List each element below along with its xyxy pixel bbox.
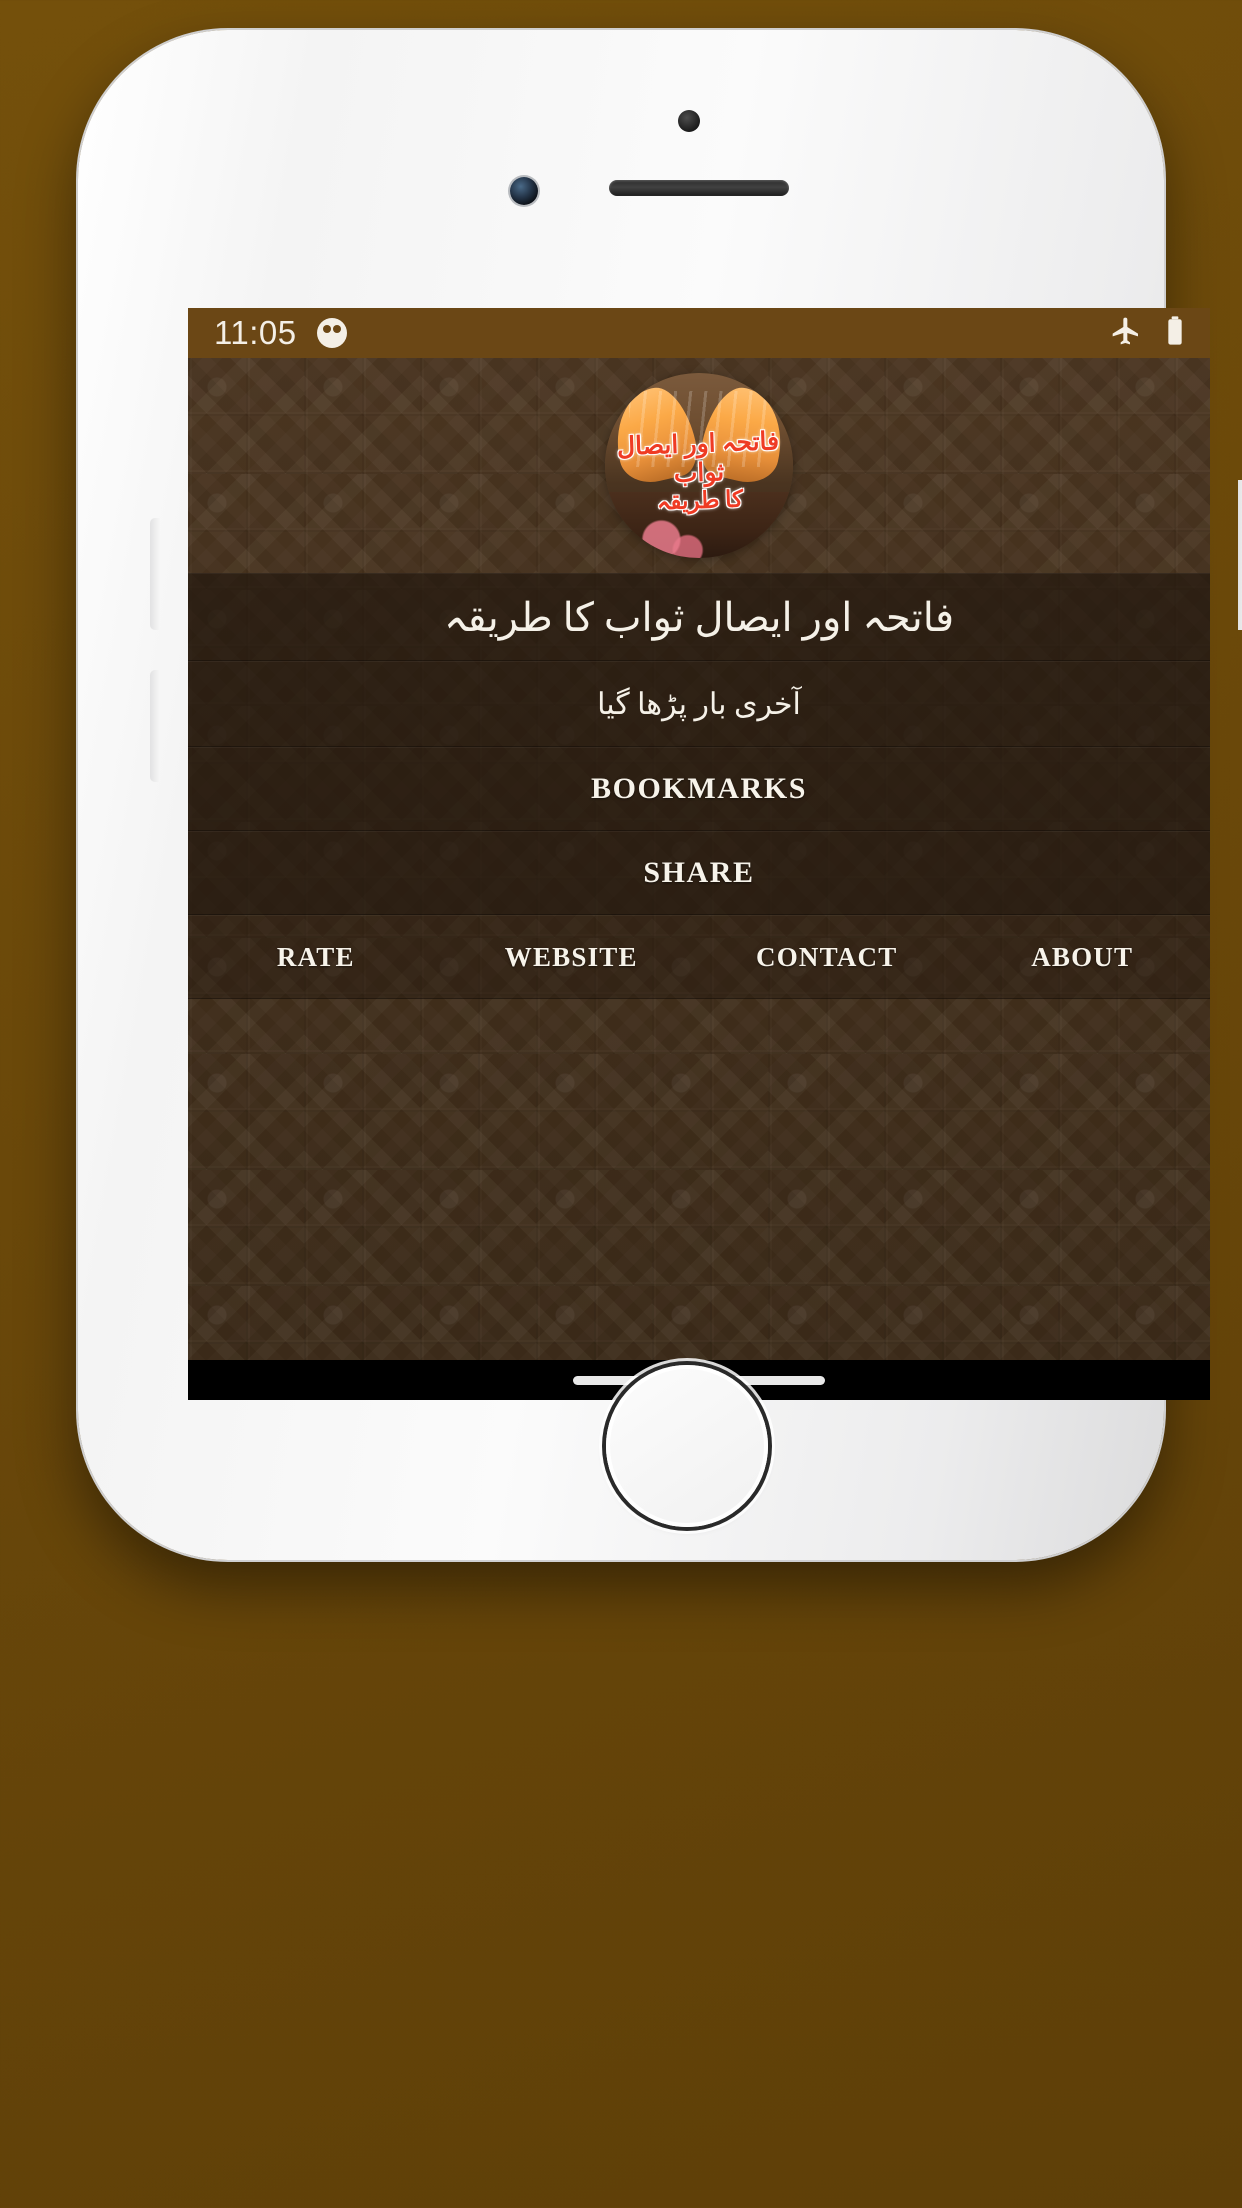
- quick-action-website[interactable]: WEBSITE: [444, 916, 700, 998]
- battery-full-icon: [1162, 315, 1188, 352]
- proximity-sensor: [678, 110, 700, 132]
- about-label: ABOUT: [1031, 941, 1134, 972]
- status-bar-icons: [1110, 315, 1188, 352]
- app-content: فاتحہ اور ایصال ثواب کا طریقہ فاتحہ اور …: [188, 358, 1210, 1360]
- share-label: SHARE: [643, 856, 755, 889]
- rate-label: RATE: [276, 941, 355, 972]
- praying-hands-logo: فاتحہ اور ایصال ثواب کا طریقہ: [605, 373, 793, 558]
- quick-action-about[interactable]: ABOUT: [955, 916, 1211, 998]
- status-bar: 11:05: [188, 308, 1210, 358]
- earpiece-speaker: [609, 180, 789, 196]
- volume-up-button[interactable]: [150, 518, 160, 630]
- page-title-label: فاتحہ اور ایصال ثواب کا طریقہ: [443, 594, 955, 640]
- phone-device: 11:05 فاتحہ اور ایصال ثواب کا طریقہ فاتح…: [78, 30, 1242, 1560]
- volume-down-button[interactable]: [150, 670, 160, 782]
- quick-action-rate[interactable]: RATE: [188, 916, 444, 998]
- menu-item-bookmarks[interactable]: BOOKMARKS: [188, 747, 1210, 831]
- bookmarks-label: BOOKMARKS: [590, 772, 808, 805]
- last-read-label: آخری بار پڑھا گیا: [597, 687, 801, 721]
- menu-item-share[interactable]: SHARE: [188, 831, 1210, 915]
- front-camera: [510, 177, 538, 205]
- contact-label: CONTACT: [756, 941, 898, 972]
- home-button[interactable]: [606, 1365, 768, 1527]
- website-label: WEBSITE: [504, 941, 638, 972]
- quick-action-contact[interactable]: CONTACT: [699, 916, 955, 998]
- last-read-item[interactable]: آخری بار پڑھا گیا: [188, 661, 1210, 747]
- content-body: [188, 999, 1210, 1360]
- cat-face-notification-icon: [316, 318, 347, 348]
- phone-screen: 11:05 فاتحہ اور ایصال ثواب کا طریقہ فاتح…: [188, 308, 1210, 1400]
- page-title: فاتحہ اور ایصال ثواب کا طریقہ: [188, 573, 1210, 661]
- quick-actions-bar: RATE WEBSITE CONTACT ABOUT: [188, 915, 1210, 999]
- status-bar-clock: 11:05: [214, 314, 297, 351]
- logo-area: فاتحہ اور ایصال ثواب کا طریقہ: [188, 358, 1210, 573]
- main-menu: فاتحہ اور ایصال ثواب کا طریقہ آخری بار پ…: [188, 573, 1210, 999]
- airplane-mode-icon: [1110, 315, 1142, 352]
- power-button[interactable]: [1238, 480, 1242, 630]
